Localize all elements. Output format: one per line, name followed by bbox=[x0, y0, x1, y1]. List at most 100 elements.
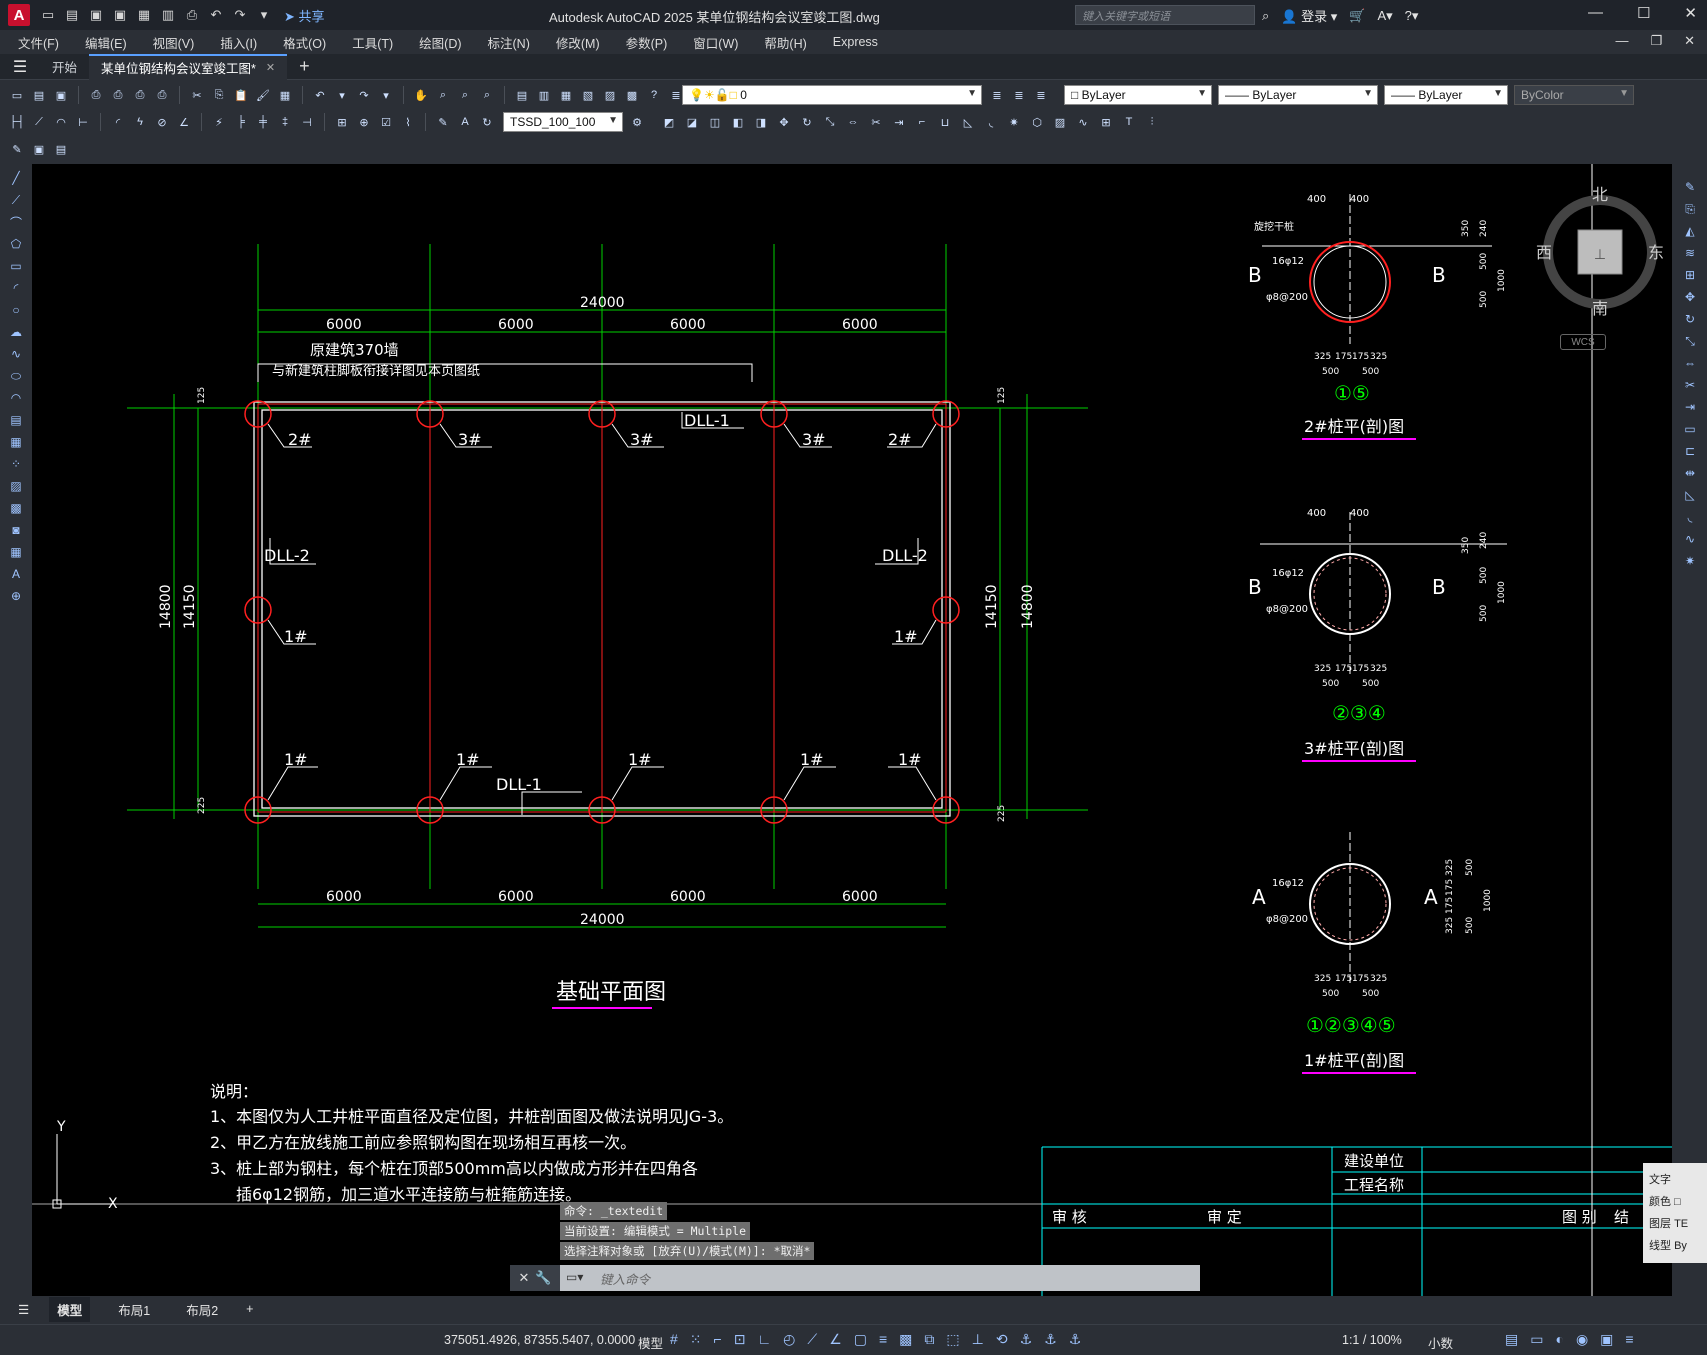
doc-close-icon[interactable]: ✕ bbox=[1684, 33, 1695, 49]
props-color-row[interactable]: 颜色 □ bbox=[1649, 1191, 1701, 1213]
clean-screen-icon[interactable]: ▣ bbox=[1600, 1331, 1613, 1348]
save-tb-icon[interactable]: ▣ bbox=[52, 86, 70, 104]
tolerance-icon[interactable]: ⊞ bbox=[333, 113, 351, 131]
edit-hatch-icon[interactable]: ▨ bbox=[1051, 113, 1069, 131]
minimize-icon[interactable]: — bbox=[1588, 4, 1603, 22]
pan-icon[interactable]: ✋ bbox=[412, 86, 430, 104]
undo-dd-icon[interactable]: ▾ bbox=[333, 86, 351, 104]
viewcube-east[interactable]: 东 bbox=[1648, 244, 1664, 262]
viewcube-south[interactable]: 南 bbox=[1592, 300, 1608, 318]
add-selected-icon[interactable]: ⊕ bbox=[7, 588, 25, 604]
plotstyle-dropdown[interactable]: ByColor ▼ bbox=[1514, 85, 1634, 105]
line-icon[interactable]: ╱ bbox=[7, 170, 25, 186]
dim-edit-icon[interactable]: ✎ bbox=[434, 113, 452, 131]
undo-icon[interactable]: ↶ bbox=[208, 7, 224, 23]
mirror-icon[interactable]: ◫ bbox=[706, 113, 724, 131]
construction-line-icon[interactable]: ⟋ bbox=[7, 192, 25, 208]
ellipse-arc-icon[interactable]: ◠ bbox=[7, 390, 25, 406]
selection-cycling-icon[interactable]: ⧉ bbox=[924, 1331, 934, 1348]
menu-help[interactable]: 帮助(H) bbox=[764, 33, 806, 52]
dim-update-icon[interactable]: ↻ bbox=[478, 113, 496, 131]
search-input[interactable]: 键入关键字或短语 bbox=[1075, 5, 1255, 25]
open-folder-icon[interactable]: ▤ bbox=[64, 7, 80, 23]
extend-icon[interactable]: ⇥ bbox=[890, 113, 908, 131]
edit-poly-icon[interactable]: ⬡ bbox=[1028, 113, 1046, 131]
menu-tools[interactable]: 工具(T) bbox=[352, 33, 393, 52]
dim-space-icon[interactable]: ‡ bbox=[276, 113, 294, 131]
save-icon[interactable]: ▣ bbox=[88, 7, 104, 23]
add-layout-icon[interactable]: + bbox=[246, 1302, 253, 1316]
trim-icon[interactable]: ✂ bbox=[867, 113, 885, 131]
tab-layout2[interactable]: 布局2 bbox=[178, 1297, 226, 1322]
explode-icon[interactable]: ✷ bbox=[1005, 113, 1023, 131]
menu-window[interactable]: 窗口(W) bbox=[693, 33, 738, 52]
tab-start[interactable]: 开始 bbox=[40, 54, 89, 80]
search-icon[interactable]: ⌕ bbox=[1262, 8, 1269, 24]
edit-spline-icon[interactable]: ∿ bbox=[1074, 113, 1092, 131]
layer-state-icon[interactable]: ≣ bbox=[1010, 86, 1028, 104]
menu-parametric[interactable]: 参数(P) bbox=[626, 33, 668, 52]
mtext-icon[interactable]: A bbox=[7, 566, 25, 582]
auto-scale-icon[interactable]: ⚓ bbox=[1044, 1331, 1057, 1348]
copy-obj-icon[interactable]: ◪ bbox=[683, 113, 701, 131]
copy-icon[interactable]: ⎘ bbox=[210, 86, 228, 104]
menu-file[interactable]: 文件(F) bbox=[18, 33, 59, 52]
autocad-logo-icon[interactable]: A bbox=[8, 4, 30, 26]
cmd-prompt-icon[interactable]: ▭▾ bbox=[566, 1270, 583, 1284]
polygon-icon[interactable]: ⬠ bbox=[7, 236, 25, 252]
ucs-dynamic-icon[interactable]: ⊥ bbox=[972, 1331, 984, 1348]
cut-icon[interactable]: ✂ bbox=[188, 86, 206, 104]
tab-close-icon[interactable]: ✕ bbox=[266, 61, 275, 74]
cart-icon[interactable]: 🛒 bbox=[1349, 8, 1365, 24]
redo-dd-icon[interactable]: ▾ bbox=[377, 86, 395, 104]
layer-dropdown[interactable]: 💡☀🔓□ 0 ▼ bbox=[682, 85, 982, 105]
dimstyle-manager-icon[interactable]: ⚙ bbox=[628, 113, 646, 131]
match-prop-icon[interactable]: 🖌 bbox=[254, 86, 272, 104]
customize-qat-icon[interactable]: ▾ bbox=[256, 7, 272, 23]
doc-restore-icon[interactable]: ❐ bbox=[1650, 33, 1662, 49]
edit-attr-icon[interactable]: ✎ bbox=[8, 140, 26, 158]
annotation-scale-dropdown[interactable]: 1:1 / 100% bbox=[1342, 1333, 1402, 1347]
new-tab-icon[interactable]: + bbox=[299, 56, 310, 77]
offset-side-icon[interactable]: ≋ bbox=[1681, 245, 1699, 261]
table-icon[interactable]: ▦ bbox=[7, 544, 25, 560]
menu-draw[interactable]: 绘图(D) bbox=[419, 33, 461, 52]
trim-side-icon[interactable]: ✂ bbox=[1681, 377, 1699, 393]
break-side-icon[interactable]: ▭ bbox=[1681, 421, 1699, 437]
model-space-button[interactable]: 模型 bbox=[638, 1333, 663, 1352]
move-icon[interactable]: ✥ bbox=[775, 113, 793, 131]
mirror-side-icon[interactable]: ◭ bbox=[1681, 223, 1699, 239]
zoom-previous-icon[interactable]: ⌕ bbox=[478, 86, 496, 104]
properties-icon[interactable]: ▤ bbox=[513, 86, 531, 104]
annotation-scale-icon[interactable]: ⚓ bbox=[1069, 1331, 1082, 1348]
join-icon[interactable]: ⊔ bbox=[936, 113, 954, 131]
inspect-icon[interactable]: ☑ bbox=[377, 113, 395, 131]
erase-icon[interactable]: ◩ bbox=[660, 113, 678, 131]
infer-icon[interactable]: ⌐ bbox=[714, 1331, 722, 1348]
break-icon[interactable]: ⌐ bbox=[913, 113, 931, 131]
zoom-realtime-icon[interactable]: ⌕ bbox=[434, 86, 452, 104]
lock-ui-icon[interactable]: ▭ bbox=[1530, 1331, 1543, 1348]
chamfer-side-icon[interactable]: ◺ bbox=[1681, 487, 1699, 503]
break-point-icon[interactable]: ⊏ bbox=[1681, 443, 1699, 459]
tab-drawing-file[interactable]: 某单位钢结构会议室竣工图* ✕ bbox=[89, 53, 288, 80]
autodesk-a360-icon[interactable]: A▾ bbox=[1377, 8, 1392, 24]
array-side-icon[interactable]: ⊞ bbox=[1681, 267, 1699, 283]
rotate-icon[interactable]: ↻ bbox=[798, 113, 816, 131]
rectangle-icon[interactable]: ▭ bbox=[7, 258, 25, 274]
ortho-icon[interactable]: ∟ bbox=[757, 1331, 771, 1348]
region-icon[interactable]: ◙ bbox=[7, 522, 25, 538]
insert-block-icon[interactable]: ▤ bbox=[7, 412, 25, 428]
coordinates-readout[interactable]: 375051.4926, 87355.5407, 0.0000 bbox=[444, 1333, 635, 1347]
dimstyle-dropdown[interactable]: TSSD_100_100 ▼ bbox=[503, 112, 623, 132]
move-side-icon[interactable]: ✥ bbox=[1681, 289, 1699, 305]
stretch-side-icon[interactable]: ⇔ bbox=[1681, 355, 1699, 371]
linetype-dropdown[interactable]: —— ByLayer ▼ bbox=[1218, 85, 1378, 105]
command-input[interactable]: ▭▾ 键入命令 bbox=[560, 1265, 1200, 1291]
chamfer-icon[interactable]: ◺ bbox=[959, 113, 977, 131]
isolate-icon[interactable]: ◐ bbox=[1555, 1331, 1563, 1348]
plot-icon[interactable]: ⎙ bbox=[87, 86, 105, 104]
make-block-icon[interactable]: ▦ bbox=[7, 434, 25, 450]
customize-status-icon[interactable]: ≡ bbox=[1625, 1331, 1633, 1348]
fillet-icon[interactable]: ◟ bbox=[982, 113, 1000, 131]
